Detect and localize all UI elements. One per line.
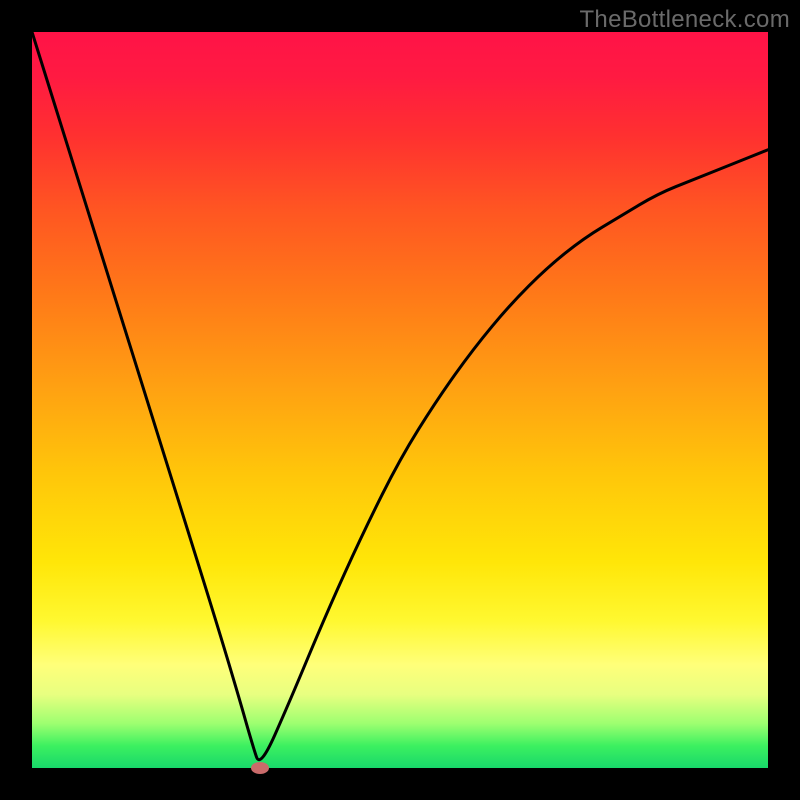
chart-frame: TheBottleneck.com xyxy=(0,0,800,800)
optimal-marker xyxy=(251,762,269,774)
curve-svg xyxy=(32,32,768,768)
plot-area xyxy=(32,32,768,768)
curve-path xyxy=(32,32,768,760)
watermark: TheBottleneck.com xyxy=(579,6,790,34)
